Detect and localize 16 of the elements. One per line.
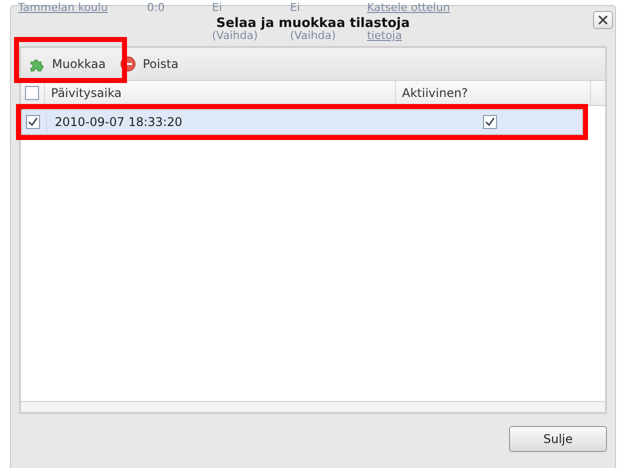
table-row[interactable]: 2010-09-07 18:33:20: [21, 109, 583, 135]
cell-value: Ei: [290, 1, 302, 14]
column-header[interactable]: Aktiivinen?: [396, 81, 591, 105]
toolbar-button[interactable]: Muokkaa: [25, 54, 110, 74]
table-cell: 2010-09-07 18:33:20: [54, 115, 182, 129]
cell-value: Ei: [212, 1, 224, 14]
close-button[interactable]: [593, 11, 613, 29]
score-text: 0:0: [147, 1, 166, 14]
dialog-title: Selaa ja muokkaa tilastoja: [216, 16, 410, 30]
toolbar-button[interactable]: Poista: [116, 54, 182, 74]
row-checkbox[interactable]: [26, 115, 40, 129]
select-all-checkbox[interactable]: [25, 86, 39, 100]
minus-circle-icon: [120, 56, 136, 72]
close-icon: [598, 15, 608, 25]
column-header[interactable]: Päivitysaika: [45, 81, 396, 105]
close-dialog-button[interactable]: Sulje: [509, 426, 607, 452]
